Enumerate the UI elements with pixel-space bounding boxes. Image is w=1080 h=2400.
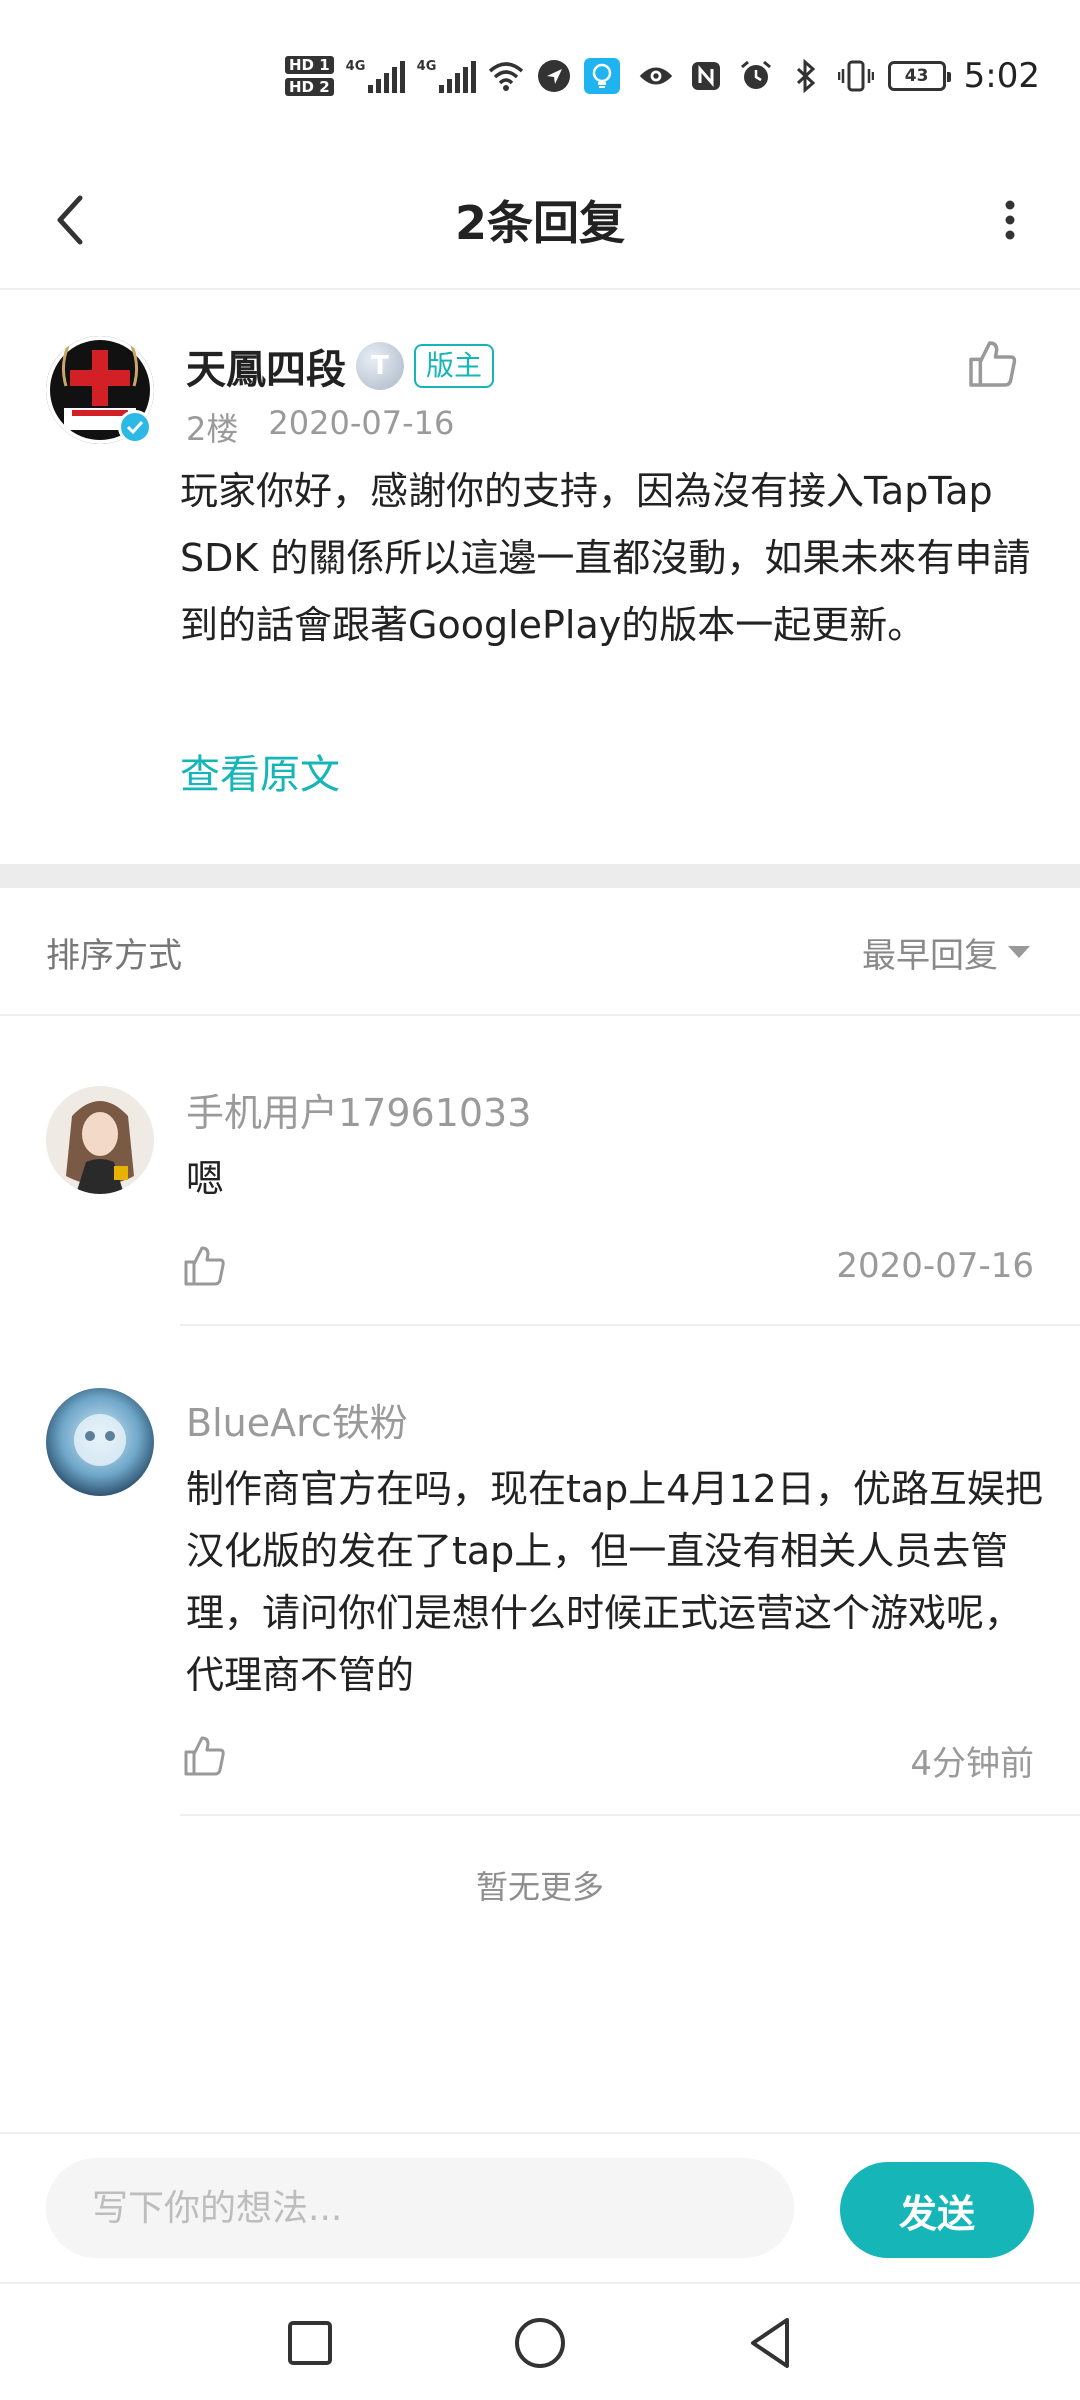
reply-like-button[interactable] bbox=[180, 1732, 228, 1780]
hd-indicators: HD 1 HD 2 bbox=[285, 56, 334, 96]
network-2-label: 4G bbox=[416, 59, 437, 74]
caret-down-icon bbox=[1008, 946, 1030, 958]
system-nav-bar bbox=[0, 2286, 1080, 2400]
app-header: 2条回复 bbox=[0, 150, 1080, 290]
floor-number: 2楼 bbox=[186, 410, 239, 448]
verified-icon bbox=[118, 410, 152, 444]
home-button[interactable] bbox=[505, 2308, 575, 2378]
sort-selected-value: 最早回复 bbox=[862, 935, 998, 976]
reply-composer: 发送 bbox=[0, 2132, 1080, 2284]
send-button[interactable]: 发送 bbox=[840, 2162, 1034, 2258]
status-bar: HD 1 HD 2 4G 4G 43 5:02 bbox=[0, 0, 1080, 150]
reply-text: 嗯 bbox=[186, 1157, 225, 1201]
reply-time: 2020-07-16 bbox=[836, 1246, 1034, 1286]
more-vertical-icon bbox=[1005, 200, 1015, 240]
back-button[interactable] bbox=[30, 180, 110, 260]
more-options-button[interactable] bbox=[970, 180, 1050, 260]
triangle-back-icon bbox=[751, 2318, 789, 2368]
author-name[interactable]: 天鳳四段 bbox=[186, 337, 346, 395]
circle-icon bbox=[515, 2318, 565, 2368]
main-post: 天鳳四段 T 版主 2楼 2020-07-16 玩家你好，感謝你的支持，因為沒有… bbox=[0, 292, 1080, 864]
location-arrow-icon bbox=[536, 58, 572, 94]
reply-input[interactable] bbox=[46, 2158, 794, 2258]
recent-apps-button[interactable] bbox=[275, 2308, 345, 2378]
square-icon bbox=[288, 2321, 332, 2365]
section-divider bbox=[0, 864, 1080, 888]
reply-time: 4分钟前 bbox=[910, 1744, 1034, 1784]
sort-label: 排序方式 bbox=[46, 935, 182, 976]
reply-item: BlueArc铁粉 制作商官方在吗，现在tap上4月12日，优路互娱把汉化版的发… bbox=[0, 1328, 1080, 1818]
bluetooth-icon bbox=[788, 58, 824, 94]
lightbulb-icon bbox=[583, 58, 620, 94]
reply-avatar[interactable] bbox=[46, 1086, 154, 1194]
reply-text: 制作商官方在吗，现在tap上4月12日，优路互娱把汉化版的发在了tap上，但一直… bbox=[186, 1467, 1043, 1697]
no-more-text: 暂无更多 bbox=[475, 1868, 604, 1906]
alarm-icon bbox=[738, 58, 774, 94]
thumbs-up-icon bbox=[184, 1246, 225, 1286]
reply-divider bbox=[180, 1814, 1080, 1816]
post-date: 2020-07-16 bbox=[268, 404, 455, 442]
hd1-badge: HD 1 bbox=[285, 56, 334, 74]
battery-icon: 43 bbox=[887, 61, 951, 91]
hd2-badge: HD 2 bbox=[285, 78, 334, 96]
reply-author-name[interactable]: BlueArc铁粉 bbox=[186, 1392, 408, 1447]
back-nav-button[interactable] bbox=[735, 2308, 805, 2378]
vibrate-icon bbox=[837, 58, 874, 94]
sort-dropdown[interactable]: 最早回复 bbox=[862, 888, 1030, 1016]
reply-item: 手机用户17961033 嗯 2020-07-16 bbox=[0, 1018, 1080, 1328]
reply-divider bbox=[180, 1324, 1080, 1326]
moderator-badge: 版主 bbox=[414, 344, 495, 388]
reply-avatar[interactable] bbox=[46, 1388, 154, 1496]
level-badge-icon: T bbox=[356, 342, 404, 390]
post-meta: 2楼 2020-07-16 bbox=[186, 404, 454, 450]
status-right-group: 43 5:02 bbox=[638, 48, 1040, 104]
wifi-icon bbox=[488, 58, 524, 94]
reply-like-button[interactable] bbox=[180, 1242, 228, 1290]
author-row: 天鳳四段 T 版主 bbox=[186, 337, 495, 395]
thumbs-up-icon bbox=[184, 1736, 225, 1776]
signal-1-icon: 4G bbox=[346, 59, 405, 93]
chevron-left-icon bbox=[57, 195, 83, 245]
view-original-link[interactable]: 查看原文 bbox=[180, 742, 340, 800]
signal-2-icon: 4G bbox=[417, 59, 476, 93]
eye-icon bbox=[638, 58, 674, 94]
clock: 5:02 bbox=[963, 56, 1040, 96]
network-1-label: 4G bbox=[345, 59, 366, 74]
thumbs-up-icon bbox=[969, 341, 1017, 387]
post-body: 玩家你好，感謝你的支持，因為沒有接入TapTap SDK 的關係所以這邊一直都沒… bbox=[180, 469, 1031, 647]
reply-author-name[interactable]: 手机用户17961033 bbox=[186, 1082, 531, 1137]
sort-bar: 排序方式 最早回复 bbox=[0, 888, 1080, 1016]
status-left-group: HD 1 HD 2 4G 4G bbox=[285, 48, 620, 104]
page-title: 2条回复 bbox=[454, 196, 625, 250]
like-button[interactable] bbox=[964, 336, 1020, 392]
nfc-icon bbox=[688, 58, 724, 94]
